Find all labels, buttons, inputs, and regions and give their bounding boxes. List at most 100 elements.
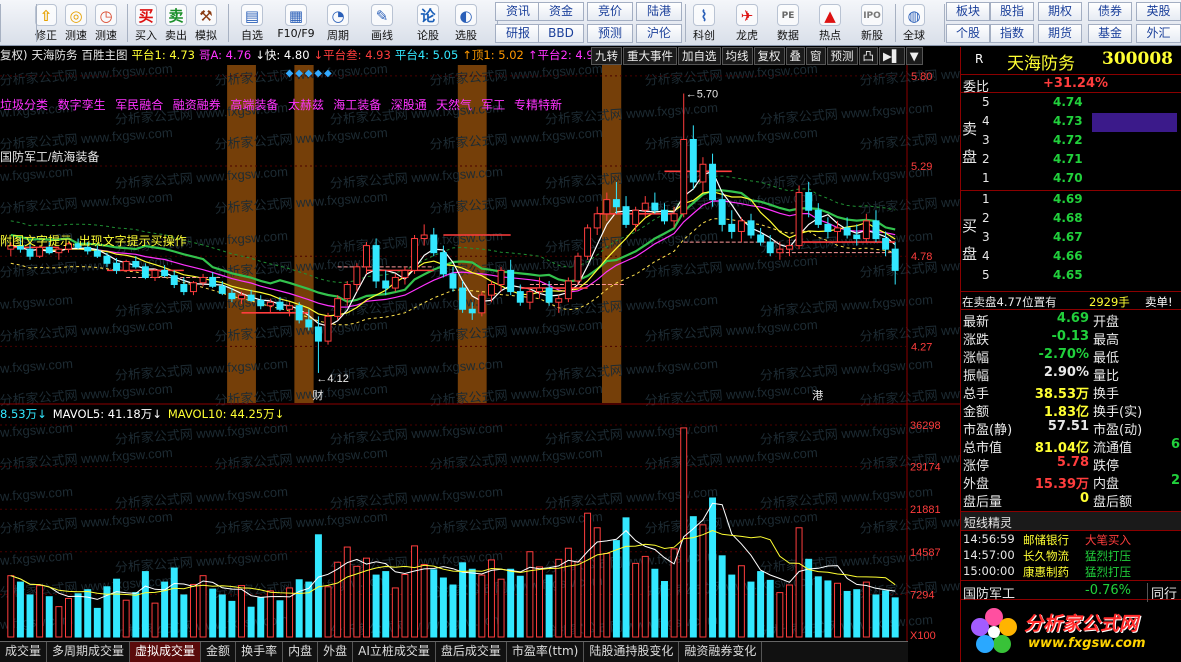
- concept-tag[interactable]: 高端装备: [230, 97, 278, 112]
- indicator-tab-4[interactable]: 换手率: [236, 642, 284, 662]
- toolbar-clock-button[interactable]: ◷ 测速: [90, 2, 122, 44]
- toolbar-grid-研报[interactable]: 研报: [495, 24, 541, 43]
- toolbar-hot-button[interactable]: ▲ 热点: [814, 2, 846, 44]
- chart-tab-7[interactable]: 预测: [826, 47, 858, 65]
- toolbar-market-个股[interactable]: 个股: [946, 24, 990, 43]
- toolbar-discuss-button[interactable]: 论论股: [408, 2, 448, 44]
- sector-tab[interactable]: 同行: [1147, 583, 1177, 602]
- ask-row[interactable]: 4 4.73: [961, 113, 1181, 132]
- concept-tag[interactable]: 数字孪生: [58, 97, 106, 112]
- volume-bar: [247, 606, 255, 638]
- chart-tab-6[interactable]: 窗: [806, 47, 826, 65]
- toolbar-market-期权[interactable]: 期权: [1038, 2, 1082, 21]
- indicator-tab-8[interactable]: 盘后成交量: [436, 642, 507, 662]
- candle-body: [564, 280, 572, 300]
- toolbar-new-stock-button[interactable]: IPO 新股: [856, 2, 888, 44]
- toolbar-grid-陆港[interactable]: 陆港: [636, 2, 682, 21]
- indicator-tab-3[interactable]: 金额: [201, 642, 237, 662]
- ask-row[interactable]: 2 4.71: [961, 151, 1181, 170]
- candle-body: [891, 248, 899, 271]
- bid-row[interactable]: 1 4.69: [961, 191, 1181, 210]
- volume-bar: [478, 574, 486, 638]
- ask-price: 4.70: [1053, 171, 1083, 185]
- toolbar-up-arrow-button[interactable]: ⇧ 修正: [30, 2, 62, 44]
- stat-label-2: 量比: [1093, 369, 1120, 384]
- chart-tab-4[interactable]: 复权: [753, 47, 785, 65]
- chart-tab-8[interactable]: 凸: [858, 47, 878, 65]
- toolbar-grid-资讯[interactable]: 资讯: [495, 2, 541, 21]
- toolbar-speed-button[interactable]: ◎ 测速: [60, 2, 92, 44]
- price-chart[interactable]: 分析家公式网 www.fxgsw.com 分析家公式网 www.fxgsw.com…: [0, 65, 960, 641]
- toolbar-market-股指[interactable]: 股指: [990, 2, 1034, 21]
- chart-tab-9[interactable]: ▶▌: [879, 47, 905, 65]
- concept-tag[interactable]: 垃圾分类: [0, 97, 48, 112]
- chart-tab-10[interactable]: ▼: [905, 47, 923, 65]
- concept-tag[interactable]: 深股通: [391, 98, 427, 112]
- indicator-tab-2[interactable]: 虚拟成交量: [130, 642, 202, 662]
- toolbar-globe-button[interactable]: ◍ 全球: [898, 2, 930, 44]
- concept-tag[interactable]: 天然气: [436, 97, 472, 112]
- toolbar-sell-button[interactable]: 卖卖出: [160, 2, 192, 44]
- toolbar-grid-沪伦[interactable]: 沪伦: [636, 24, 682, 43]
- toolbar-f10-button[interactable]: ▦ F10/F9: [276, 2, 316, 44]
- indicator-tab-10[interactable]: 陆股通持股变化: [584, 642, 680, 662]
- chart-tab-2[interactable]: 加自选: [678, 47, 721, 65]
- indicator-tab-7[interactable]: AI立桩成交量: [353, 642, 436, 662]
- indicator-tab-1[interactable]: 多周期成交量: [47, 642, 131, 662]
- stat-row: 涨停 5.78 跌停: [961, 455, 1181, 474]
- candle-body: [766, 241, 774, 254]
- event-marker-hk[interactable]: 港: [812, 389, 823, 402]
- concept-tag[interactable]: 融资融券: [173, 97, 221, 112]
- toolbar-market-指数[interactable]: 指数: [990, 24, 1034, 43]
- toolbar-grid-竞价[interactable]: 竞价: [587, 2, 633, 21]
- toolbar-market-基金[interactable]: 基金: [1088, 24, 1132, 43]
- toolbar-market-板块[interactable]: 板块: [946, 2, 990, 21]
- toolbar-dragon-tiger-button[interactable]: ✈ 龙虎: [731, 2, 763, 44]
- indicator-tab-11[interactable]: 融资融券变化: [679, 642, 763, 662]
- toolbar-data-button[interactable]: PE 数据: [772, 2, 804, 44]
- bid-row[interactable]: 5 4.65: [961, 267, 1181, 286]
- toolbar-grid-预测[interactable]: 预测: [587, 24, 633, 43]
- short-sprite-item[interactable]: 14:56:59 邮储银行 大笔买入: [961, 532, 1181, 548]
- toolbar-select-stock-button[interactable]: ◐ 选股: [446, 2, 486, 44]
- ask-row[interactable]: 5 4.74: [961, 94, 1181, 113]
- toolbar-kechuang-button[interactable]: ⌇ 科创: [688, 2, 720, 44]
- concept-tag[interactable]: 军民融合: [115, 97, 163, 112]
- toolbar-period-button[interactable]: ◔ 周期: [318, 2, 358, 44]
- chart-tab-5[interactable]: 叠: [785, 47, 805, 65]
- min-price-label: ←4.12: [316, 373, 348, 385]
- toolbar-market-期货[interactable]: 期货: [1038, 24, 1082, 43]
- concept-tag[interactable]: 军工: [481, 98, 505, 112]
- toolbar-grid-资金[interactable]: 资金: [538, 2, 584, 21]
- sector-name[interactable]: 国防军工: [963, 583, 1015, 602]
- toolbar-market-债券[interactable]: 债券: [1088, 2, 1132, 21]
- indicator-tab-5[interactable]: 内盘: [283, 642, 319, 662]
- volume-indicator-value: 8.53万↓: [0, 407, 47, 421]
- bid-row[interactable]: 2 4.68: [961, 210, 1181, 229]
- toolbar-market-英股[interactable]: 英股: [1136, 2, 1181, 21]
- chart-tab-0[interactable]: 九转: [591, 47, 622, 65]
- toolbar-grid-BBD[interactable]: BBD: [538, 24, 584, 43]
- toolbar-pen-button[interactable]: ✎ 画线: [362, 2, 402, 44]
- concept-tag[interactable]: 太赫兹: [288, 97, 324, 112]
- bid-row[interactable]: 3 4.67: [961, 229, 1181, 248]
- ask-row[interactable]: 1 4.70: [961, 170, 1181, 189]
- short-sprite-title[interactable]: 短线精灵: [964, 514, 1012, 531]
- indicator-tab-0[interactable]: 成交量: [0, 642, 48, 662]
- indicator-tab-9[interactable]: 市盈率(ttm): [507, 642, 585, 662]
- chart-tab-3[interactable]: 均线: [721, 47, 753, 65]
- short-sprite-item[interactable]: 15:00:00 康惠制药 猛烈打压: [961, 564, 1181, 580]
- concept-tag[interactable]: 专精特新: [514, 97, 562, 112]
- short-sprite-item[interactable]: 14:57:00 长久物流 猛烈打压: [961, 548, 1181, 564]
- toolbar-hammer-button[interactable]: ⚒ 模拟: [190, 2, 222, 44]
- toolbar-market-外汇[interactable]: 外汇: [1136, 24, 1181, 43]
- indicator-tab-6[interactable]: 外盘: [318, 642, 354, 662]
- toolbar-buy-button[interactable]: 买买入: [130, 2, 162, 44]
- bid-row[interactable]: 4 4.66: [961, 248, 1181, 267]
- concept-tag[interactable]: 海工装备: [333, 97, 381, 112]
- volume-bar: [439, 577, 447, 638]
- event-marker-fin[interactable]: 财: [312, 388, 323, 402]
- chart-tab-1[interactable]: 重大事件: [623, 47, 677, 65]
- ask-row[interactable]: 3 4.72: [961, 132, 1181, 151]
- toolbar-watchlist-button[interactable]: ▤ 自选: [232, 2, 272, 44]
